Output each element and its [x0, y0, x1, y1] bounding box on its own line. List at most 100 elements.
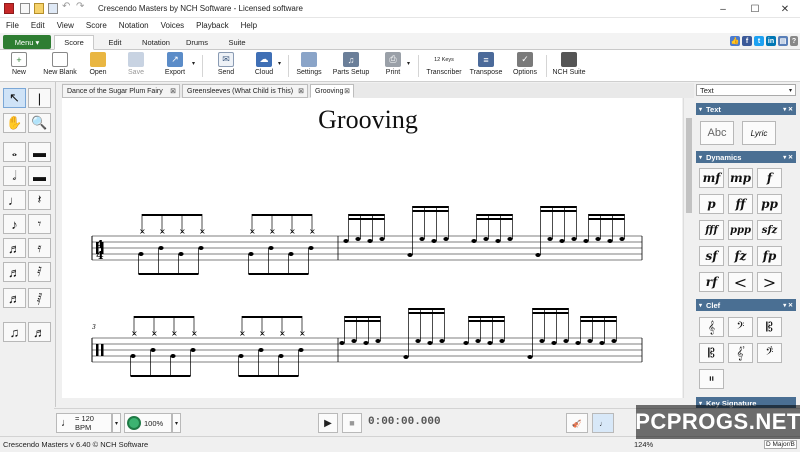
treble-8vb-clef-icon[interactable]: 𝄟 — [728, 343, 753, 363]
treble-clef-icon[interactable]: 𝄞 — [699, 317, 724, 337]
cloud-button[interactable]: ☁ Cloud — [250, 52, 278, 81]
beamed-eighths-icon[interactable]: ♫ — [3, 322, 26, 342]
palette-dropdown[interactable]: Text ▾ — [696, 84, 796, 96]
menu-file[interactable]: File — [0, 21, 25, 30]
notes[interactable]: × × × × × × × × × × × × × × × × — [130, 206, 625, 377]
scrollbar-thumb[interactable] — [686, 118, 692, 213]
qa-new-icon[interactable] — [20, 3, 30, 14]
instrument-icon[interactable]: 🎻 — [566, 413, 588, 433]
section-text-header[interactable]: ▾ Text ▾ ✕ — [696, 103, 796, 115]
transpose-button[interactable]: ≡ Transpose — [468, 52, 504, 81]
cloud-dropdown-icon[interactable]: ▾ — [278, 60, 281, 67]
like-icon[interactable]: 👍 — [730, 36, 740, 46]
quarter-rest-icon[interactable]: 𝄽 — [28, 190, 51, 210]
tenor-clef-icon[interactable]: 𝄡 — [699, 343, 724, 363]
qa-redo-icon[interactable]: ↷ — [76, 1, 86, 12]
maximize-button[interactable]: ☐ — [740, 0, 770, 18]
dynamic-mf[interactable]: mf — [699, 168, 724, 188]
menu-playback[interactable]: Playback — [190, 21, 234, 30]
doc-tab-greensleeves[interactable]: Greensleeves (What Child is This) ⊠ — [182, 84, 308, 98]
tab-edit[interactable]: Edit — [98, 35, 132, 50]
export-dropdown-icon[interactable]: ▾ — [192, 60, 195, 67]
stop-button[interactable]: ■ — [342, 413, 362, 433]
section-controls-icon[interactable]: ▾ ✕ — [783, 154, 793, 161]
dynamic-sfz[interactable]: sfz — [757, 220, 782, 240]
sixtyfourth-rest-icon[interactable]: 𝅁 — [28, 288, 51, 308]
new-button[interactable]: + New — [6, 52, 32, 81]
close-icon[interactable]: ⊠ — [344, 87, 350, 95]
dynamic-ppp[interactable]: ppp — [728, 220, 753, 240]
tab-suite[interactable]: Suite — [220, 35, 254, 50]
hand-tool-icon[interactable]: ✋ — [3, 113, 26, 133]
tab-drums[interactable]: Drums — [180, 35, 214, 50]
dynamic-f[interactable]: f — [757, 168, 782, 188]
barline-icon[interactable]: | — [28, 88, 51, 108]
print-button[interactable]: ⎙ Print — [380, 52, 406, 81]
select-arrow-icon[interactable]: ↖ — [3, 88, 26, 108]
send-button[interactable]: ✉ Send — [212, 52, 240, 81]
bass-8vb-clef-icon[interactable]: 𝄣 — [757, 343, 782, 363]
open-button[interactable]: Open — [84, 52, 112, 81]
playback-speed-control[interactable]: 100% — [124, 413, 172, 433]
dynamic-sf[interactable]: sf — [699, 246, 724, 266]
eighth-rest-icon[interactable]: 𝄾 — [28, 214, 51, 234]
parts-setup-button[interactable]: ♫ Parts Setup — [330, 52, 372, 81]
linkedin-icon[interactable]: in — [766, 36, 776, 46]
eighth-note-icon[interactable]: ♪ — [3, 214, 26, 234]
dynamic-fz[interactable]: fz — [728, 246, 753, 266]
bass-clef-icon[interactable]: 𝄢 — [728, 317, 753, 337]
beamed-sixteenths-icon[interactable]: ♬ — [28, 322, 51, 342]
crescendo-hairpin[interactable]: < — [728, 272, 753, 292]
section-dynamics-header[interactable]: ▾ Dynamics ▾ ✕ — [696, 151, 796, 163]
help-icon[interactable]: ? — [790, 36, 798, 46]
doc-tab-sugar-plum[interactable]: Dance of the Sugar Plum Fairy ⊠ — [62, 84, 180, 98]
menu-button[interactable]: Menu ▾ — [3, 35, 51, 49]
menu-help[interactable]: Help — [235, 21, 263, 30]
play-button[interactable]: ▶ — [318, 413, 338, 433]
dynamic-rf[interactable]: rf — [699, 272, 724, 292]
whole-note-icon[interactable]: 𝅝 — [3, 142, 26, 162]
half-rest-icon[interactable]: ▬ — [28, 166, 51, 186]
percussion-clef-icon[interactable]: 𝄥 — [699, 369, 724, 389]
options-button[interactable]: ✓ Options — [510, 52, 540, 81]
speed-dropdown-icon[interactable]: ▾ — [172, 413, 181, 433]
qa-save-icon[interactable] — [48, 3, 58, 14]
export-button[interactable]: ↗ Export — [160, 52, 190, 81]
sixteenth-note-icon[interactable]: ♬ — [3, 238, 26, 258]
dynamic-pp[interactable]: pp — [757, 194, 782, 214]
decrescendo-hairpin[interactable]: > — [757, 272, 782, 292]
score-title[interactable]: Grooving — [318, 105, 418, 134]
zoom-tool-icon[interactable]: 🔍 — [28, 113, 51, 133]
alto-clef-icon[interactable]: 𝄡 — [757, 317, 782, 337]
facebook-icon[interactable]: f — [742, 36, 752, 46]
save-button[interactable]: Save — [122, 52, 150, 81]
close-icon[interactable]: ⊠ — [298, 87, 304, 95]
dynamic-mp[interactable]: mp — [728, 168, 753, 188]
lyric-tool-button[interactable]: Lyric — [742, 121, 776, 145]
tab-notation[interactable]: Notation — [136, 35, 176, 50]
vertical-scrollbar[interactable] — [683, 98, 693, 398]
thirtysecond-note-icon[interactable]: ♬ — [3, 262, 26, 282]
settings-button[interactable]: Settings — [294, 52, 324, 81]
menu-view[interactable]: View — [51, 21, 80, 30]
print-dropdown-icon[interactable]: ▾ — [407, 60, 410, 67]
dynamic-fff[interactable]: fff — [699, 220, 724, 240]
qa-open-icon[interactable] — [34, 3, 44, 14]
tab-score[interactable]: Score — [54, 35, 94, 50]
score-svg[interactable]: Grooving × × × × × × × ×× × × × × × × × 4 4 3 — [62, 98, 682, 398]
dynamic-ff[interactable]: ff — [728, 194, 753, 214]
nch-suite-button[interactable]: NCH Suite — [552, 52, 586, 81]
section-controls-icon[interactable]: ▾ ✕ — [783, 302, 793, 309]
doc-tab-grooving[interactable]: Grooving ⊠ — [310, 84, 354, 98]
dynamic-fp[interactable]: fp — [757, 246, 782, 266]
menu-voices[interactable]: Voices — [155, 21, 191, 30]
sixteenth-rest-icon[interactable]: 𝄿 — [28, 238, 51, 258]
mixer-icon[interactable]: ♩ — [592, 413, 614, 433]
qa-undo-icon[interactable]: ↶ — [62, 1, 72, 12]
tempo-control[interactable]: ♩ = 120 BPM — [56, 413, 112, 433]
section-clef-header[interactable]: ▾ Clef ▾ ✕ — [696, 299, 796, 311]
menu-edit[interactable]: Edit — [25, 21, 51, 30]
score-canvas[interactable]: Grooving × × × × × × × × × × × × × × × × 4 4 3 — [62, 98, 682, 398]
share-icon[interactable]: ▤ — [778, 36, 788, 46]
minimize-button[interactable]: – — [708, 0, 738, 18]
